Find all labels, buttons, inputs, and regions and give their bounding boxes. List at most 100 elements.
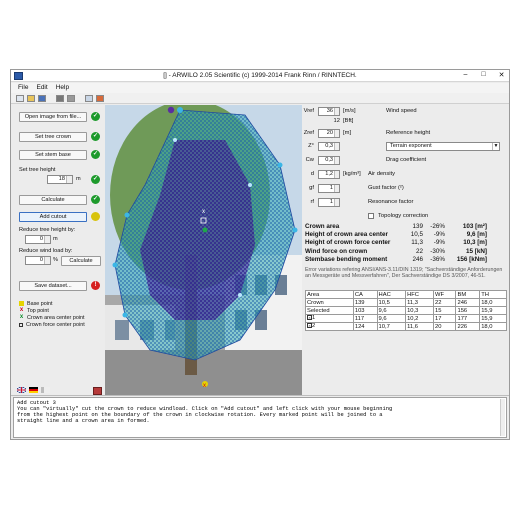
- terrain-value: Terrain exponent: [390, 143, 432, 149]
- maximize-button[interactable]: □: [479, 71, 488, 79]
- drag-coefficient-input[interactable]: 0,3: [318, 156, 340, 165]
- bft-value: 12: [333, 118, 340, 124]
- table-row[interactable]: ×2 124 10,7 11,6 20 226 18,0: [305, 322, 507, 331]
- menu-bar: File Edit Help: [11, 83, 509, 93]
- reduce-wind-input[interactable]: 0: [25, 256, 51, 265]
- print-preview-icon[interactable]: [67, 94, 75, 102]
- calculate-button[interactable]: Calculate: [19, 195, 87, 205]
- reduce-height-input[interactable]: 0: [25, 235, 51, 244]
- table-header: Area CA HAC HFC WF BM TH: [305, 290, 507, 299]
- result-row: Height of crown area center 10,5 -9% 9,6 [m…: [305, 231, 487, 239]
- scrollbar[interactable]: [500, 399, 505, 436]
- param-sym: rf: [310, 199, 314, 205]
- area-center-icon: x: [19, 314, 24, 320]
- tree-image-canvas[interactable]: x x: [105, 105, 302, 395]
- calculate-reduction-button[interactable]: Calculate: [61, 256, 101, 266]
- force-center-icon: [19, 322, 23, 327]
- param-unit: [m]: [343, 130, 352, 136]
- terrain-dropdown[interactable]: Terrain exponent ▼: [386, 142, 500, 151]
- open-image-button[interactable]: Open image from file...: [19, 112, 87, 122]
- open-icon[interactable]: [27, 94, 35, 102]
- svg-text:x: x: [202, 209, 205, 215]
- point-legend: Base point x Top point x Crown area center…: [19, 300, 109, 328]
- air-density-input[interactable]: 1,2: [318, 170, 340, 179]
- close-button[interactable]: ✕: [497, 71, 506, 79]
- legend-area-center: Crown area center point: [27, 314, 85, 321]
- save-dataset-button[interactable]: Save dataset...: [19, 281, 87, 291]
- tree-height-input[interactable]: 18: [47, 175, 73, 184]
- print-icon[interactable]: [56, 94, 64, 102]
- param-desc: Air density: [368, 171, 396, 177]
- menu-file[interactable]: File: [18, 83, 28, 93]
- uk-flag-icon[interactable]: [17, 387, 26, 393]
- param-sym: Z°: [308, 143, 314, 149]
- flag-icon[interactable]: [41, 387, 50, 393]
- help-text-box[interactable]: Add cutout 3 You can "virtually" cut the…: [13, 397, 507, 438]
- error-note: Error variations refering ANSI/ANS-3.11/…: [305, 267, 503, 280]
- table-row[interactable]: Selected 103 9,6 10,3 15 156 15,9: [305, 306, 507, 315]
- export-icon[interactable]: [96, 94, 104, 102]
- result-row: Crown area 139 -26% 103 [m²]: [305, 222, 487, 230]
- svg-text:x: x: [203, 383, 206, 389]
- manual-icon[interactable]: [93, 387, 102, 395]
- title-bar: [] - ARWILO 2.05 Scientific (c) 1999-201…: [11, 70, 509, 82]
- table-row[interactable]: ×1 117 9,6 10,2 17 177 15,9: [305, 314, 507, 323]
- add-cutout-button[interactable]: Add cutout: [19, 212, 87, 222]
- param-sym: gf: [309, 185, 314, 191]
- alert-icon: !: [91, 281, 100, 290]
- param-sym: d: [310, 171, 314, 177]
- minimize-button[interactable]: –: [461, 71, 470, 79]
- resonance-factor-input[interactable]: 1: [318, 198, 340, 207]
- reduce-wind-unit: %: [53, 257, 58, 263]
- german-flag-icon[interactable]: [29, 387, 38, 393]
- language-flags: [17, 387, 50, 393]
- control-panel: Open image from file... ✓ Set tree crown…: [11, 105, 106, 385]
- table-row[interactable]: Crown 139 10,5 11,3 22 246 18,0: [305, 298, 507, 307]
- legend-top: Top point: [27, 307, 49, 314]
- param-unit: [kg/m³]: [343, 171, 361, 177]
- param-desc: Gust factor (²): [368, 185, 404, 191]
- check-icon: ✓: [91, 112, 100, 121]
- menu-help[interactable]: Help: [56, 83, 69, 93]
- legend-base: Base point: [27, 300, 53, 307]
- pending-icon: ●: [91, 212, 100, 221]
- result-row: Height of crown force center 11,3 -9% 10,3 …: [305, 239, 487, 247]
- param-unit: [m/s]: [343, 108, 356, 114]
- param-desc: Reference height: [386, 130, 431, 136]
- gust-factor-input[interactable]: 1: [318, 184, 340, 193]
- copy-icon[interactable]: [85, 94, 93, 102]
- param-unit: [Bft]: [343, 118, 354, 124]
- param-desc: Wind speed: [386, 108, 417, 114]
- divider: [11, 395, 509, 396]
- param-sym: Vref: [303, 108, 314, 114]
- base-point-icon: [19, 301, 24, 306]
- reduce-height-unit: m: [53, 236, 58, 242]
- check-icon: ✓: [91, 195, 100, 204]
- result-row: Wind force on crown 22 -30% 15 [kN]: [305, 247, 487, 255]
- param-sym: Cw: [305, 157, 314, 163]
- result-row: Stembase bending moment 246 -36% 156 [kNm]: [305, 256, 487, 264]
- tree-height-label: Set tree height: [19, 167, 56, 173]
- new-icon[interactable]: [16, 94, 24, 102]
- help-text: Add cutout 3 You can "virtually" cut the…: [17, 400, 393, 425]
- save-icon[interactable]: [38, 94, 46, 102]
- window-title: [] - ARWILO 2.05 Scientific (c) 1999-201…: [163, 72, 357, 79]
- toolbar: [11, 93, 509, 104]
- legend-force-center: Crown force center point: [26, 321, 85, 328]
- wind-speed-input[interactable]: 36: [318, 107, 340, 116]
- check-icon: ✓: [91, 150, 100, 159]
- results-summary: Crown area 139 -26% 103 [m²] Height of crow…: [305, 222, 505, 264]
- check-icon: ✓: [91, 132, 100, 141]
- parameter-panel: Vref 36 [m/s] Wind speed 12 [Bft] Zref 2…: [302, 105, 509, 395]
- app-window: [] - ARWILO 2.05 Scientific (c) 1999-201…: [10, 69, 510, 440]
- menu-edit[interactable]: Edit: [36, 83, 47, 93]
- tree-height-unit: m: [76, 176, 81, 182]
- check-icon: ✓: [91, 175, 100, 184]
- topology-checkbox[interactable]: [368, 213, 374, 219]
- cutout-table: Area CA HAC HFC WF BM TH Crown 139 10,5 11,3 22 246…: [305, 290, 507, 331]
- set-crown-button[interactable]: Set tree crown: [19, 132, 87, 142]
- z0-input[interactable]: 0,3: [318, 142, 340, 151]
- reference-height-input[interactable]: 20: [318, 129, 340, 138]
- set-base-button[interactable]: Set stem base: [19, 150, 87, 160]
- topology-label: Topology correction: [378, 213, 429, 219]
